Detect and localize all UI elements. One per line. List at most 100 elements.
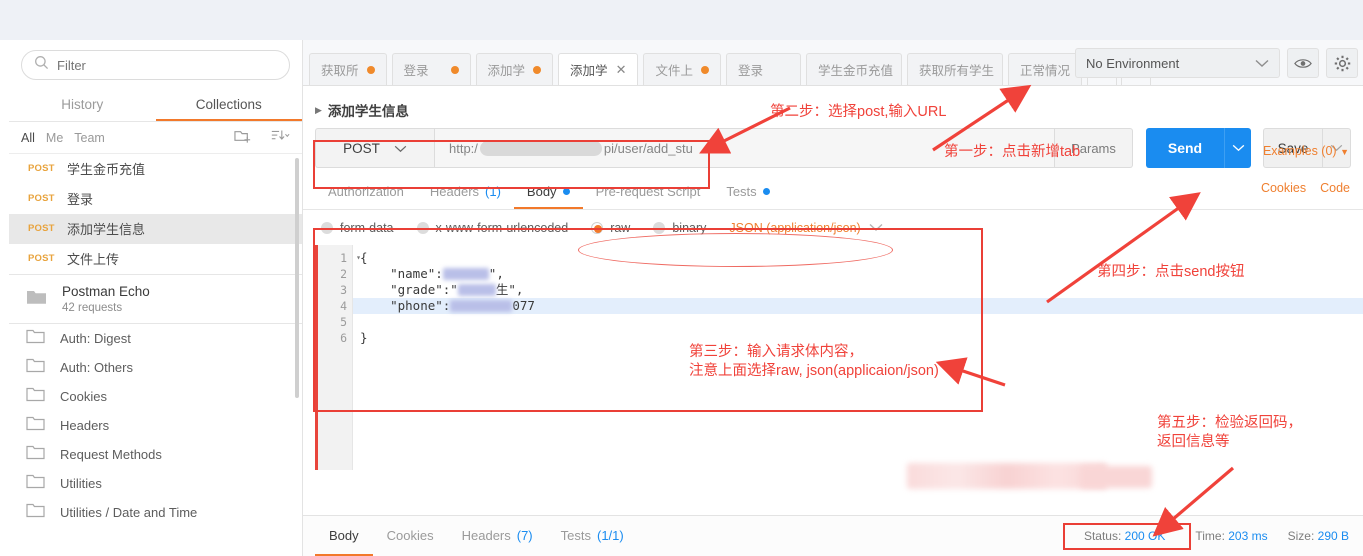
filter-input[interactable]: [57, 57, 277, 73]
response-tab-badge: (1/1): [596, 527, 624, 543]
scope-filter-all[interactable]: All: [21, 131, 35, 145]
request-tab-0[interactable]: 获取所: [309, 53, 387, 85]
response-tab-tests[interactable]: Tests (1/1): [547, 516, 638, 556]
body-editor[interactable]: 1 ▾ 2 3 4 5 6 { "name": ", "grade":" 生", "p…: [315, 245, 1363, 470]
environment-area: No Environment: [1075, 40, 1363, 86]
send-button[interactable]: Send: [1146, 128, 1224, 168]
modified-dot-icon: [762, 188, 770, 195]
url-redacted-region: [479, 140, 602, 156]
code-link[interactable]: Code: [1320, 181, 1350, 195]
request-tab-1[interactable]: 登录: [391, 53, 471, 85]
folder-label: Cookies: [60, 389, 107, 404]
window-left-strip: [0, 40, 9, 556]
sidebar-scrollbar[interactable]: [295, 158, 299, 398]
scope-filter-me[interactable]: Me: [46, 131, 63, 145]
request-item-0[interactable]: POST 学生金币充值: [9, 154, 302, 184]
sidebar-tab-history[interactable]: History: [9, 88, 156, 121]
eye-icon[interactable]: [1287, 48, 1319, 78]
unsaved-dot-icon: [700, 65, 709, 74]
body-type-row: form-data x-www-form-urlencoded raw bina…: [303, 210, 1363, 245]
subtab-label: Headers: [429, 184, 480, 199]
folder-item-3[interactable]: Headers: [9, 411, 302, 440]
body-type-form-data[interactable]: form-data: [321, 221, 394, 235]
folder-icon: [26, 415, 46, 436]
folder-item-0[interactable]: Auth: Digest: [9, 324, 302, 353]
line-number: 3: [340, 283, 347, 297]
examples-label: Examples (0): [1262, 144, 1337, 158]
gear-icon[interactable]: [1326, 48, 1358, 78]
response-bar: Body Cookies Headers (7) Tests (1/1) Sta…: [303, 515, 1363, 556]
status-label: Status:: [1083, 529, 1122, 543]
code-line-4: "phone": 077: [353, 298, 1363, 314]
sidebar-tab-collections[interactable]: Collections: [155, 88, 302, 121]
response-tab-headers[interactable]: Headers (7): [448, 516, 547, 556]
request-tab-6[interactable]: 学生金币充值: [805, 53, 902, 85]
request-tab-label: 添加学: [570, 64, 608, 78]
request-method: POST: [28, 223, 55, 234]
body-type-binary[interactable]: binary: [653, 221, 706, 235]
folder-item-4[interactable]: Request Methods: [9, 440, 302, 469]
environment-select[interactable]: No Environment: [1075, 48, 1280, 78]
radio-selected-icon: [591, 222, 604, 234]
request-tab-2[interactable]: 添加学: [475, 53, 554, 85]
line-number: 4: [340, 299, 347, 313]
folder-icon: [26, 328, 46, 349]
filter-box[interactable]: [21, 50, 290, 80]
subtab-label: Authorization: [328, 184, 404, 199]
http-method-select[interactable]: POST: [315, 128, 434, 168]
url-input[interactable]: http:/ pi/user/add_stu: [434, 128, 1055, 168]
params-button[interactable]: Params: [1055, 128, 1133, 168]
folder-item-2[interactable]: Cookies: [9, 382, 302, 411]
fold-caret-icon[interactable]: ▾: [356, 250, 361, 266]
folder-label: Auth: Others: [60, 360, 133, 375]
subtab-pre-request-script[interactable]: Pre-request Script: [583, 176, 714, 209]
body-format-label: JSON (application/json): [729, 221, 861, 235]
window-top-strip: [0, 0, 1363, 40]
request-item-1[interactable]: POST 登录: [9, 184, 302, 214]
body-type-label: x-www-form-urlencoded: [435, 221, 569, 235]
request-tab-label: 正常情况: [1019, 64, 1070, 78]
response-tab-cookies[interactable]: Cookies: [373, 516, 448, 556]
body-type-label: form-data: [340, 221, 394, 235]
subtab-authorization[interactable]: Authorization: [315, 176, 417, 209]
request-subtabs: Authorization Headers (1) Body Pre-reque…: [303, 176, 1363, 210]
expand-caret-icon[interactable]: ▶: [315, 105, 322, 116]
chevron-down-icon: ▼: [1340, 147, 1349, 157]
body-format-select[interactable]: JSON (application/json): [729, 221, 883, 235]
close-icon[interactable]: ✕: [616, 62, 627, 78]
scope-filter-team[interactable]: Team: [74, 131, 105, 145]
request-tab-5[interactable]: 登录: [725, 53, 801, 85]
request-tab-label: 获取所: [321, 64, 359, 78]
body-type-urlencoded[interactable]: x-www-form-urlencoded: [416, 221, 569, 235]
request-tab-8[interactable]: 正常情况: [1007, 53, 1082, 85]
response-tab-body[interactable]: Body: [315, 516, 373, 556]
folder-item-1[interactable]: Auth: Others: [9, 353, 302, 382]
request-tab-4[interactable]: 文件上: [643, 53, 721, 85]
request-tab-7[interactable]: 获取所有学生: [906, 53, 1003, 85]
body-type-raw[interactable]: raw: [591, 221, 630, 235]
search-icon: [34, 55, 49, 75]
examples-link[interactable]: Examples (0) ▼: [1263, 144, 1349, 158]
request-name: 登录: [67, 192, 94, 207]
subtab-tests[interactable]: Tests: [713, 176, 782, 209]
folder-item-6[interactable]: Utilities / Date and Time: [9, 498, 302, 527]
folder-icon: [26, 444, 46, 465]
cookies-link[interactable]: Cookies: [1261, 181, 1306, 195]
new-folder-icon[interactable]: [234, 128, 253, 147]
collection-subtitle: 42 requests: [62, 302, 123, 314]
request-item-3[interactable]: POST 文件上传: [9, 244, 302, 274]
collection-postman-echo[interactable]: Postman Echo 42 requests: [9, 274, 302, 324]
redacted-value: [442, 268, 489, 280]
send-options-button[interactable]: [1224, 128, 1251, 168]
request-item-2[interactable]: POST 添加学生信息: [9, 214, 302, 244]
subtab-body[interactable]: Body: [513, 176, 583, 209]
subtab-headers[interactable]: Headers (1): [417, 176, 514, 209]
http-method-label: POST: [343, 140, 380, 156]
sort-icon[interactable]: [270, 128, 290, 147]
editor-code[interactable]: { "name": ", "grade":" 生", "phone": 077 }: [353, 245, 1363, 470]
request-tab-label: 获取所有学生: [918, 64, 994, 78]
request-tab-3[interactable]: 添加学 ✕: [558, 53, 639, 85]
code-line-1: {: [360, 250, 368, 265]
folder-item-5[interactable]: Utilities: [9, 469, 302, 498]
request-tab-label: 文件上: [655, 64, 693, 78]
